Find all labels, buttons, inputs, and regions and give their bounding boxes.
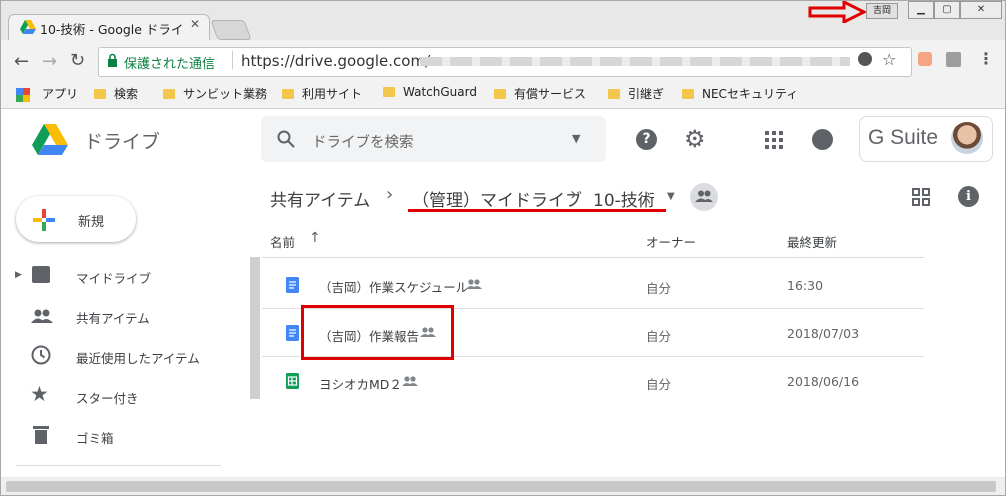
column-header-name[interactable]: 名前 [270,232,295,251]
notifications-bell-icon[interactable] [812,129,833,150]
close-tab-icon[interactable]: ✕ [190,17,200,31]
help-icon[interactable]: ? [636,129,657,150]
file-modified: 2018/07/03 [787,326,860,341]
folder-icon [94,89,106,99]
file-modified: 16:30 [787,278,824,293]
shared-people-icon [402,376,418,386]
info-icon[interactable]: i [958,186,979,207]
apps-grid-icon [16,88,30,102]
omnibox-divider [232,51,233,69]
folder-icon [682,89,694,99]
google-sheet-icon [286,373,299,389]
shared-with-me-icon [31,309,53,323]
minimize-button[interactable]: ▁ [908,1,934,19]
bookmark-star-icon[interactable]: ☆ [882,50,896,69]
breadcrumb-my-drive[interactable]: （管理）マイドライブ [412,186,582,211]
sidebar-item-trash[interactable]: ゴミ箱 [76,428,114,447]
bookmark-paid-services[interactable]: 有償サービス [494,85,586,102]
file-owner: 自分 [646,281,672,296]
file-list-scrollbar[interactable] [250,257,260,399]
bookmark-watchguard[interactable]: WatchGuard [383,85,477,99]
folder-icon [608,89,620,99]
drive-favicon-icon [20,20,36,34]
file-owner: 自分 [646,329,672,344]
sidebar-item-recent[interactable]: 最近使用したアイテム [76,348,200,367]
my-drive-icon [32,266,50,283]
user-avatar[interactable] [951,122,983,154]
folder-icon [494,89,506,99]
new-tab-button[interactable] [210,20,252,40]
sidebar-divider [16,465,221,466]
back-icon[interactable]: ← [14,51,29,72]
column-header-owner: オーナー [646,235,697,250]
bookmark-apps[interactable]: アプリ [42,85,78,102]
grid-view-icon[interactable] [912,188,930,206]
extension-search-icon[interactable] [946,52,961,67]
breadcrumb-chevron-icon: › [570,184,578,205]
url-text[interactable]: https://drive.google.com/ [241,52,430,70]
new-button-label: 新規 [78,215,105,230]
search-options-icon[interactable]: ▼ [572,132,580,145]
bookmark-nec-security[interactable]: NECセキュリティ [682,85,798,102]
close-window-button[interactable]: ✕ [960,1,1002,19]
reload-icon[interactable]: ↻ [70,50,85,71]
horizontal-scroll-thumb[interactable] [6,481,996,492]
search-input[interactable]: ドライブを検索 [312,131,414,152]
maximize-button[interactable]: ▢ [934,1,960,19]
folder-icon [282,89,294,99]
folder-icon [163,89,175,99]
trash-icon [33,426,49,444]
red-arrow-annotation-icon [808,1,866,23]
folder-icon [383,87,395,97]
file-name[interactable]: ヨシオカMD２ [319,374,402,393]
sidebar-item-starred[interactable]: スター付き [76,388,139,407]
google-doc-icon [286,277,299,293]
tab-title: 10-技術 - Google ドライ [40,22,184,37]
red-underline-annotation [408,209,666,212]
forward-icon[interactable]: → [42,51,57,72]
breadcrumb-shared[interactable]: 共有アイテム [270,186,370,211]
bookmark-search[interactable]: 検索 [94,85,138,102]
lock-icon [108,53,117,67]
column-header-modified[interactable]: 最終更新 [787,232,837,251]
sidebar-item-my-drive[interactable]: マイドライブ [76,268,151,287]
app-name[interactable]: ドライブ [84,127,160,154]
sort-ascending-icon[interactable]: ↑ [309,230,321,246]
search-icon[interactable] [277,130,295,148]
settings-gear-icon[interactable]: ⚙ [684,125,706,153]
gsuite-logo: G Suite [868,126,939,149]
people-icon [695,190,713,202]
site-settings-icon[interactable] [858,52,872,66]
red-box-annotation [301,305,454,360]
file-name[interactable]: （吉岡）作業スケジュール [319,277,468,296]
drive-logo-icon[interactable] [32,124,68,156]
breadcrumb-current-folder[interactable]: 10-技術 [593,186,655,211]
bookmark-handover[interactable]: 引継ぎ [608,85,664,102]
starred-icon: ★ [30,382,49,406]
recent-clock-icon [31,345,51,365]
bookmark-sunbit[interactable]: サンビット業務 [163,85,267,102]
file-modified: 2018/06/16 [787,374,860,389]
secure-connection-label: 保護された通信 [124,57,216,72]
profile-badge[interactable]: 吉岡 [866,3,898,19]
plus-icon [33,209,55,231]
apps-launcher-icon[interactable] [765,131,783,149]
shared-people-icon [466,279,482,289]
breadcrumb-chevron-icon: › [386,184,394,205]
expand-arrow-icon[interactable]: ▶ [15,270,22,280]
extension-icon[interactable] [918,52,932,66]
menu-icon[interactable]: ⋮ [978,49,994,68]
redacted-url-path [420,57,850,66]
folder-menu-dropdown-icon[interactable]: ▼ [667,191,675,202]
sidebar-item-shared[interactable]: 共有アイテム [76,308,150,327]
bookmark-sites[interactable]: 利用サイト [282,85,362,102]
file-owner: 自分 [646,377,672,392]
google-doc-icon [286,325,299,341]
